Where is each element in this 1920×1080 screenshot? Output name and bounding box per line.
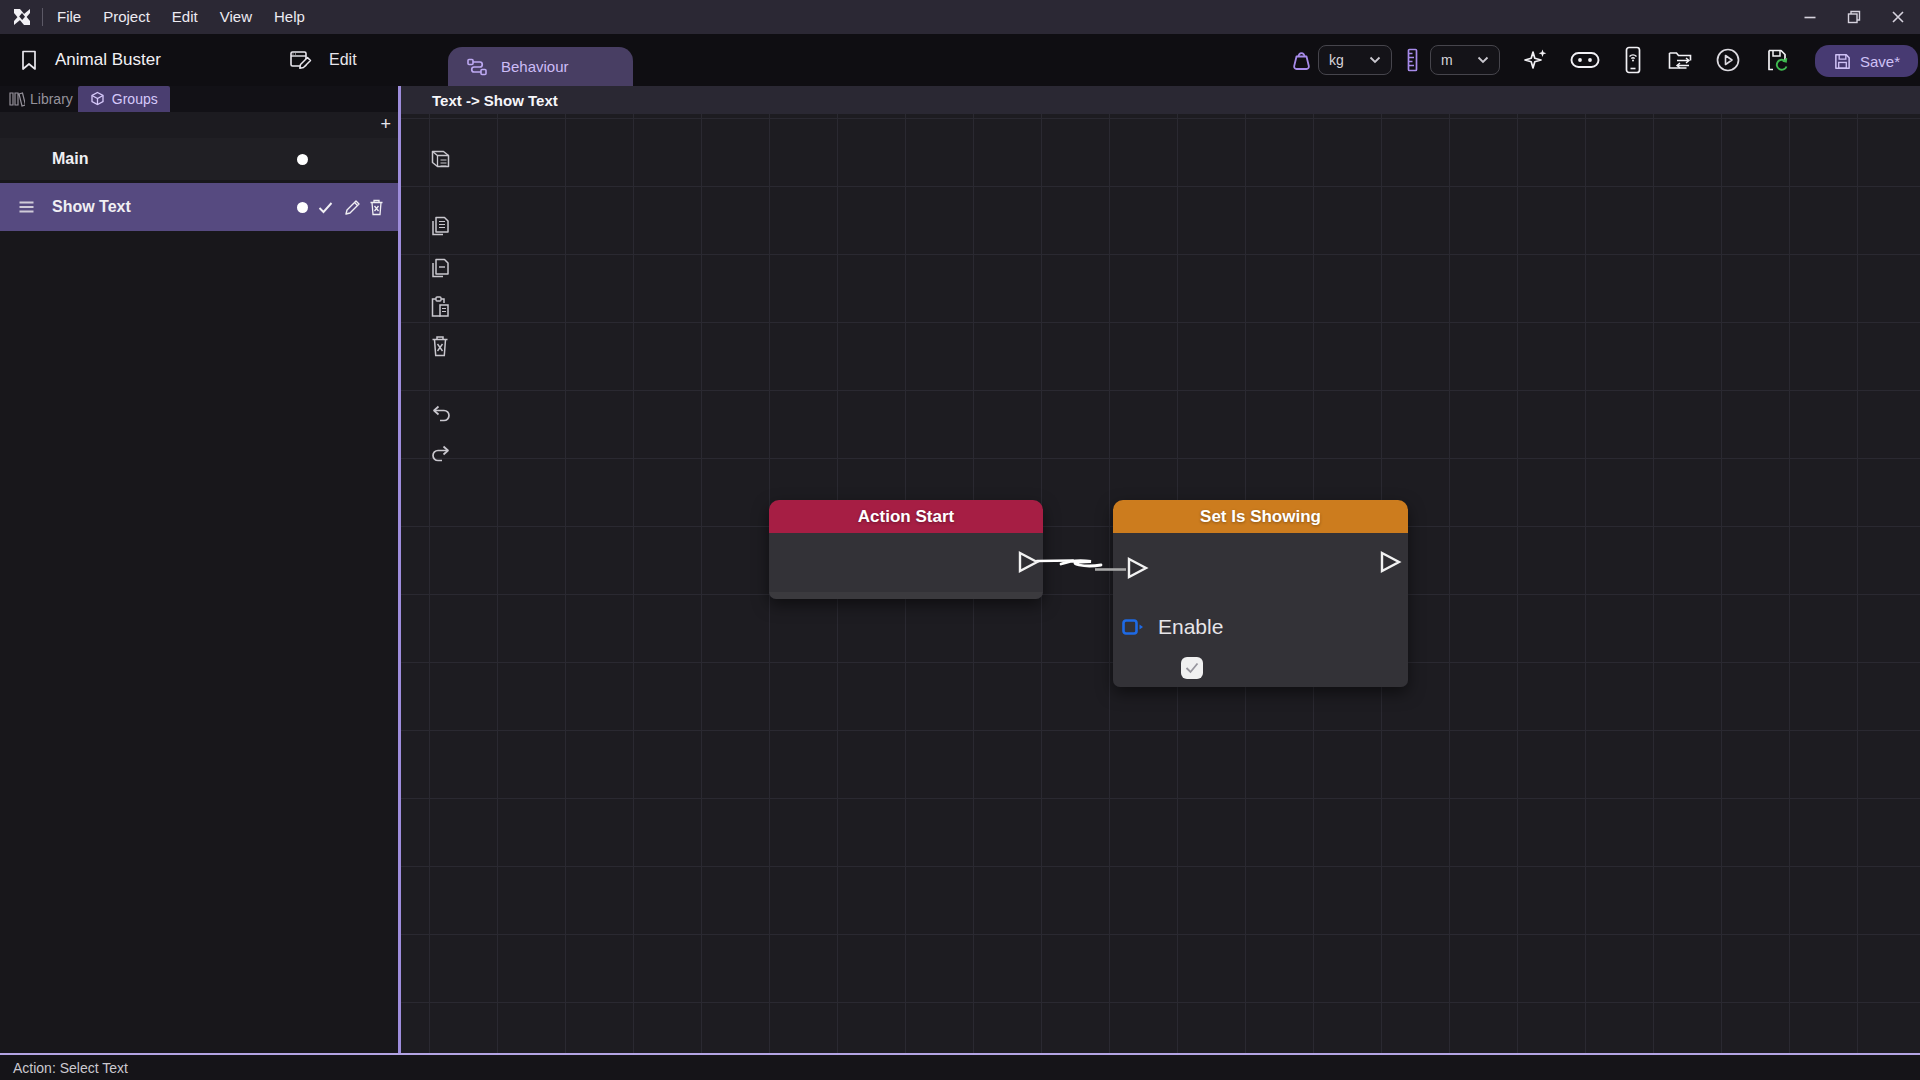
- menu-view[interactable]: View: [209, 0, 263, 34]
- sidebar-tab-groups-label: Groups: [112, 91, 158, 107]
- group-name: Show Text: [52, 198, 131, 216]
- node-set-is-showing[interactable]: Set Is Showing Enable: [1113, 500, 1408, 687]
- connection-wire-scribble: [1061, 561, 1101, 566]
- toolbar: Animal Buster Edit Behaviour kg m: [0, 34, 1920, 86]
- group-status-dot: [297, 202, 308, 213]
- node-title: Set Is Showing: [1113, 500, 1408, 533]
- redo-icon[interactable]: [428, 442, 454, 466]
- edit-project-button[interactable]: Edit: [288, 34, 357, 86]
- groups-icon: [90, 91, 105, 107]
- weight-unit-select[interactable]: kg: [1318, 45, 1392, 75]
- app-logo-icon: [10, 5, 34, 29]
- status-bar: Action: Select Text: [0, 1055, 1920, 1080]
- edit-label: Edit: [329, 51, 357, 69]
- delete-icon[interactable]: [428, 333, 452, 359]
- bookmark-icon: [18, 48, 40, 72]
- status-text: Action: Select Text: [13, 1060, 128, 1076]
- cut-icon[interactable]: [428, 255, 452, 281]
- status-divider: [0, 1053, 1920, 1055]
- library-icon: [8, 91, 25, 107]
- sidebar-tab-library[interactable]: Library: [0, 86, 78, 112]
- paste-icon[interactable]: [428, 294, 452, 320]
- tab-behaviour[interactable]: Behaviour: [448, 47, 633, 86]
- save-button-label: Save*: [1860, 53, 1900, 70]
- menu-edit[interactable]: Edit: [161, 0, 209, 34]
- behaviour-canvas[interactable]: Text -> Show Text Action Start Set Is Sh…: [401, 86, 1920, 1053]
- behaviour-tab-label: Behaviour: [501, 58, 569, 75]
- chevron-down-icon: [1369, 56, 1381, 64]
- sidebar-tab-groups[interactable]: Groups: [78, 86, 170, 112]
- ruler-icon: [1404, 34, 1420, 86]
- sidebar-divider[interactable]: [398, 86, 401, 1053]
- menu-file[interactable]: File: [46, 0, 92, 34]
- menu-project[interactable]: Project: [92, 0, 161, 34]
- enable-checkbox[interactable]: [1181, 657, 1203, 679]
- field-label: Enable: [1158, 615, 1223, 639]
- menu-bar: File Project Edit View Help: [0, 0, 1920, 34]
- behaviour-wire-icon: [464, 55, 490, 79]
- delete-group-icon[interactable]: [369, 199, 384, 216]
- length-unit-value: m: [1441, 52, 1453, 68]
- menu-separator: [42, 8, 43, 26]
- weight-unit-value: kg: [1329, 52, 1344, 68]
- sidebar-tab-library-label: Library: [30, 91, 73, 107]
- save-button[interactable]: Save*: [1815, 45, 1918, 77]
- project-title: Animal Buster: [55, 50, 161, 70]
- group-row-show-text[interactable]: Show Text: [0, 183, 398, 231]
- minimize-button[interactable]: [1788, 0, 1832, 34]
- phone-preview-icon[interactable]: [1622, 34, 1644, 86]
- weight-icon: [1289, 34, 1314, 86]
- breadcrumb-label: Text -> Show Text: [432, 92, 558, 109]
- sidebar: Library Groups + Main Show Text: [0, 86, 398, 1053]
- add-group-button[interactable]: +: [380, 114, 391, 135]
- group-status-dot: [297, 154, 308, 165]
- close-button[interactable]: [1876, 0, 1920, 34]
- bool-port-icon[interactable]: [1122, 619, 1144, 635]
- confirm-icon[interactable]: [318, 201, 333, 214]
- undo-icon[interactable]: [428, 402, 454, 426]
- controller-icon[interactable]: [1569, 34, 1601, 86]
- length-unit-select[interactable]: m: [1430, 45, 1500, 75]
- group-name: Main: [52, 150, 88, 168]
- node-title: Action Start: [769, 500, 1043, 533]
- node-action-start[interactable]: Action Start: [769, 500, 1043, 599]
- play-icon[interactable]: [1715, 34, 1741, 86]
- group-list-header: +: [0, 112, 398, 140]
- restore-button[interactable]: [1832, 0, 1876, 34]
- drag-handle-icon[interactable]: [18, 200, 35, 214]
- sparkle-icon[interactable]: [1522, 34, 1550, 86]
- breadcrumb: Text -> Show Text: [401, 86, 1920, 114]
- save-floppy-icon: [1833, 52, 1852, 71]
- edit-icon: [288, 48, 314, 72]
- menu-help[interactable]: Help: [263, 0, 316, 34]
- add-node-icon[interactable]: [428, 146, 454, 172]
- project-files-icon[interactable]: [1666, 34, 1694, 86]
- group-row-main[interactable]: Main: [0, 138, 398, 180]
- rename-icon[interactable]: [344, 199, 361, 216]
- copy-icon[interactable]: [428, 213, 452, 239]
- save-sync-icon[interactable]: [1764, 34, 1792, 86]
- chevron-down-icon: [1477, 56, 1489, 64]
